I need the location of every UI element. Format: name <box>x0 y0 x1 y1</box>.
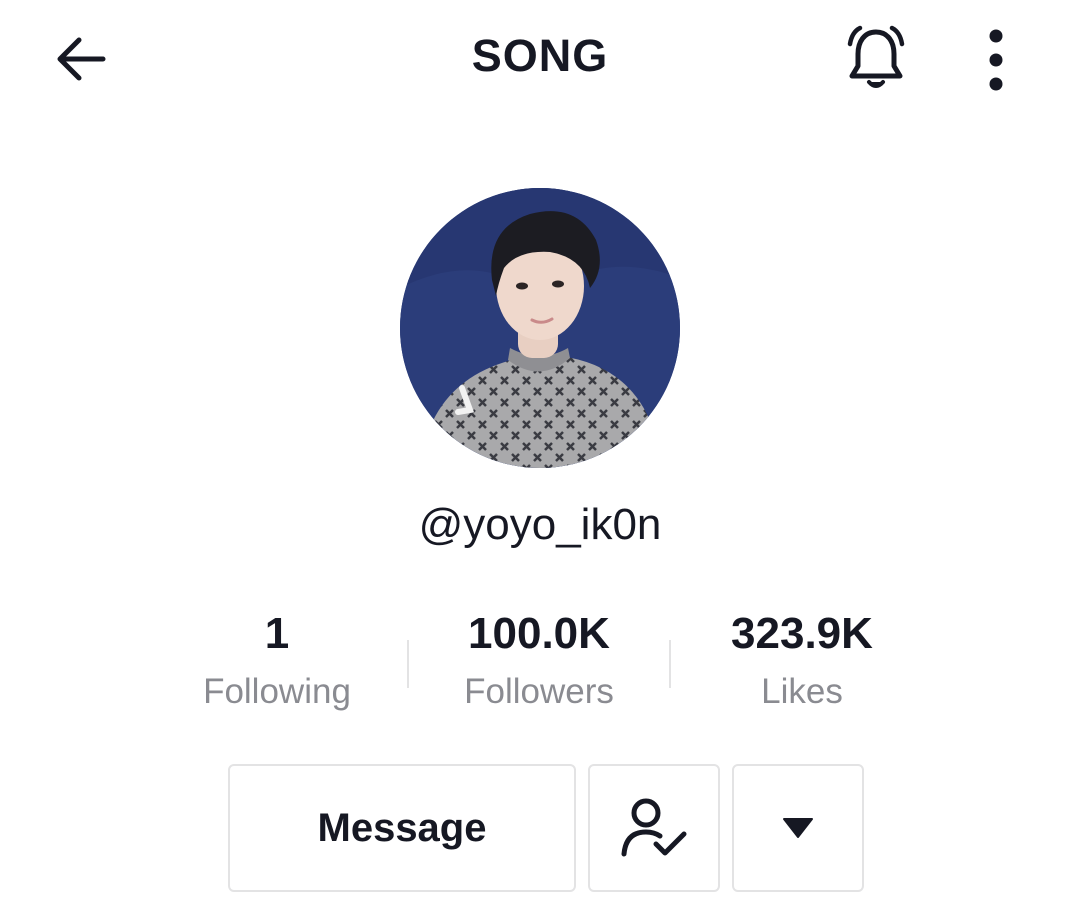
avatar[interactable] <box>400 188 680 468</box>
stat-value: 1 <box>264 609 290 658</box>
page-title: SONG <box>471 30 609 81</box>
back-button[interactable] <box>46 24 116 94</box>
stat-value: 323.9K <box>731 609 873 658</box>
caret-down-icon <box>783 818 813 838</box>
stat-followers[interactable]: 100.0K Followers <box>419 606 659 714</box>
profile-photo <box>400 188 680 468</box>
user-check-icon <box>621 798 687 857</box>
more-options-button[interactable] <box>968 22 1024 98</box>
more-vertical-icon <box>989 29 1003 91</box>
notification-bell-button[interactable] <box>840 20 912 96</box>
username: @yoyo_ik0n <box>418 500 662 549</box>
stat-value: 100.0K <box>468 609 610 658</box>
stat-label: Likes <box>761 672 843 711</box>
message-button[interactable]: Message <box>228 764 576 892</box>
stat-likes[interactable]: 323.9K Likes <box>682 606 922 714</box>
bell-icon <box>847 25 905 88</box>
stat-following[interactable]: 1 Following <box>157 606 397 714</box>
stat-label: Following <box>203 672 351 711</box>
stat-label: Followers <box>464 672 614 711</box>
stat-divider <box>407 640 409 688</box>
suggested-accounts-dropdown-button[interactable] <box>732 764 864 892</box>
stat-divider <box>669 640 671 688</box>
following-status-button[interactable] <box>588 764 720 892</box>
arrow-left-icon <box>57 37 106 81</box>
top-bar: SONG <box>0 0 1080 120</box>
